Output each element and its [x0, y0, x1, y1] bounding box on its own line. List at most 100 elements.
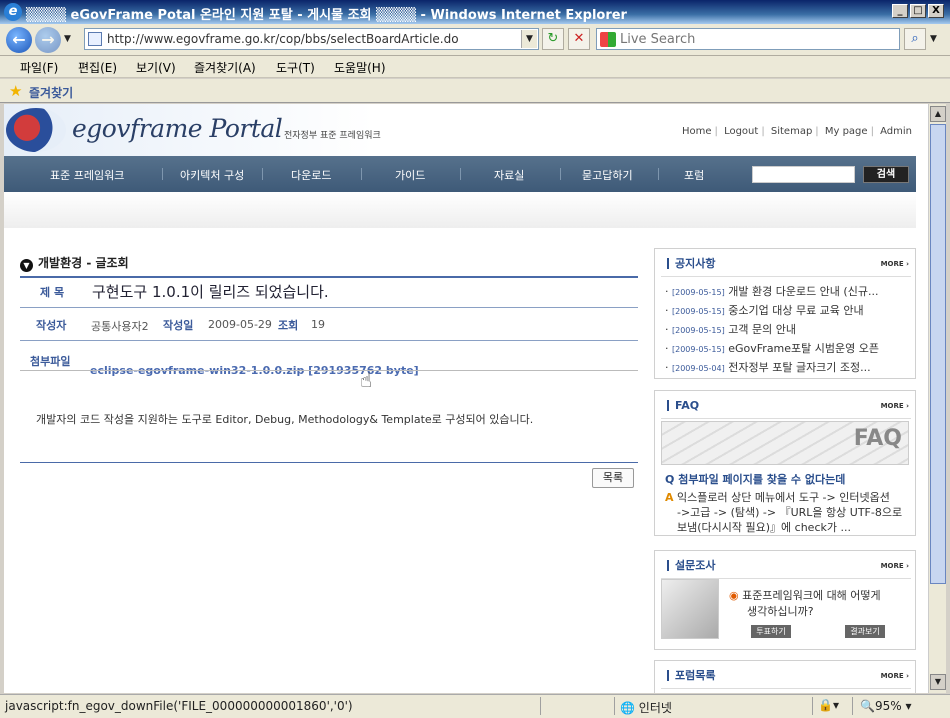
gnb-divider	[460, 168, 461, 180]
notice-item[interactable]: · [2009-05-04] 전자정부 포탈 글자크기 조정...	[665, 359, 871, 375]
notice-item[interactable]: · [2009-05-15] 고객 문의 안내	[665, 321, 796, 337]
live-search-box[interactable]	[596, 28, 900, 50]
maximize-button[interactable]: □	[910, 4, 926, 18]
gnb-qna[interactable]: 묻고답하기	[582, 167, 633, 183]
author-value: 공통사용자2	[91, 320, 149, 333]
window-titlebar: e ▒▒▒▒ eGovFrame Potal 온라인 지원 포탈 - 게시물 조…	[0, 0, 950, 24]
top-links: Home | Logout | Sitemap | My page | Admin	[681, 126, 912, 137]
menu-bar: 파일(F) 편집(E) 보기(V) 즐겨찾기(A) 도구(T) 도움말(H)	[0, 56, 950, 78]
status-message: javascript:fn_egov_downFile('FILE_000000…	[5, 699, 353, 713]
page-viewport: egovframe Portal 전자정부 표준 프레임워크 Home | Log…	[4, 104, 928, 693]
scroll-thumb[interactable]	[930, 124, 946, 584]
notice-title: 공지사항	[667, 258, 715, 269]
menu-file[interactable]: 파일(F)	[20, 59, 58, 76]
site-logo-subtitle: 전자정부 표준 프레임워크	[284, 131, 381, 141]
menu-tools[interactable]: 도구(T)	[276, 59, 315, 76]
author-label: 작성자	[36, 319, 67, 332]
article-subject: 구현도구 1.0.1이 릴리즈 되었습니다.	[92, 283, 329, 301]
views-value: 19	[311, 318, 325, 331]
bullet-icon: ▼	[20, 259, 33, 272]
menu-view[interactable]: 보기(V)	[136, 59, 176, 76]
sub-nav-bar	[4, 192, 916, 228]
stop-button[interactable]: ✕	[568, 28, 590, 50]
favorites-label[interactable]: 즐겨찾기	[29, 84, 73, 101]
refresh-button[interactable]: ↻	[542, 28, 564, 50]
site-search-input[interactable]	[752, 166, 855, 183]
divider	[20, 276, 638, 278]
recent-pages-dropdown-icon[interactable]: ▼	[64, 34, 71, 44]
notice-more-button[interactable]: MORE ›	[881, 260, 909, 268]
poll-result-button[interactable]: 결과보기	[845, 625, 885, 638]
address-bar[interactable]: ▼	[84, 28, 539, 50]
magnifier-icon: 🔍	[860, 699, 875, 713]
forum-more-button[interactable]: MORE ›	[881, 672, 909, 680]
toplink-logout[interactable]: Logout	[724, 126, 758, 137]
poll-image	[661, 579, 719, 639]
list-button[interactable]: 목록	[592, 468, 634, 488]
article-body: 개발자의 코드 작성을 지원하는 도구로 Editor, Debug, Meth…	[36, 413, 534, 426]
forum-box: 포럼목록 MORE ›	[654, 660, 916, 693]
search-go-button[interactable]: ⌕	[904, 28, 926, 50]
gnb-archive[interactable]: 자료실	[494, 167, 524, 183]
faq-banner-image: FAQ	[661, 421, 909, 465]
live-search-logo-icon	[600, 32, 616, 47]
divider	[20, 307, 638, 308]
close-button[interactable]: X	[928, 4, 944, 18]
search-options-dropdown-icon[interactable]: ▼	[930, 34, 937, 44]
status-divider	[812, 697, 813, 715]
views-label: 조회	[278, 319, 299, 332]
notice-item[interactable]: · [2009-05-15] eGovFrame포탈 시범운영 오픈	[665, 340, 879, 356]
poll-more-button[interactable]: MORE ›	[881, 562, 909, 570]
status-divider	[852, 697, 853, 715]
toplink-admin[interactable]: Admin	[880, 126, 912, 137]
address-dropdown-icon[interactable]: ▼	[521, 30, 537, 48]
gnb-framework[interactable]: 표준 프레임워크	[50, 167, 124, 183]
favorites-star-icon[interactable]: ★	[9, 82, 22, 100]
faq-question[interactable]: Q 첨부파일 페이지를 찾을 수 없다는데	[665, 471, 845, 487]
site-search-button[interactable]: 검색	[863, 166, 909, 183]
section-title: ▼ 개발환경 - 글조회	[20, 254, 129, 272]
zoom-level[interactable]: 🔍95% ▾	[860, 699, 911, 713]
faq-answer: A 익스플로러 상단 메뉴에서 도구 -> 인터넷옵션	[665, 491, 890, 504]
menu-help[interactable]: 도움말(H)	[334, 59, 386, 76]
faq-more-button[interactable]: MORE ›	[881, 402, 909, 410]
notice-item[interactable]: · [2009-05-15] 개발 환경 다운로드 안내 (신규...	[665, 283, 878, 299]
toplink-home[interactable]: Home	[682, 126, 712, 137]
gnb-forum[interactable]: 포럼	[684, 167, 704, 183]
toplink-mypage[interactable]: My page	[825, 126, 868, 137]
vote-button[interactable]: 투표하기	[751, 625, 791, 638]
vertical-scrollbar[interactable]: ▲ ▼	[928, 104, 946, 693]
hand-cursor-icon: ☝	[360, 368, 373, 392]
favorites-bar: ★ 즐겨찾기	[0, 79, 950, 103]
menu-edit[interactable]: 편집(E)	[78, 59, 117, 76]
ie-logo-icon: e	[4, 3, 22, 21]
faq-answer-line: 보냄(다시시작 필요)』에 check가 ...	[677, 521, 851, 534]
gnb-divider	[361, 168, 362, 180]
site-header: egovframe Portal 전자정부 표준 프레임워크 Home | Log…	[4, 104, 928, 156]
notice-item[interactable]: · [2009-05-15] 중소기업 대상 무료 교육 안내	[665, 302, 864, 318]
site-logo[interactable]: egovframe Portal	[72, 114, 283, 143]
back-button[interactable]: ←	[6, 27, 32, 53]
minimize-button[interactable]: _	[892, 4, 908, 18]
gnb-divider	[658, 168, 659, 180]
live-search-input[interactable]	[620, 31, 890, 47]
logo-emblem-icon	[6, 108, 66, 152]
notice-box: 공지사항 MORE › · [2009-05-15] 개발 환경 다운로드 안내 …	[654, 248, 916, 379]
date-label: 작성일	[163, 319, 194, 332]
poll-box: 설문조사 MORE › ◉ 표준프레임워크에 대해 어떻게 생각하십니까? 투표하…	[654, 550, 916, 650]
forum-title: 포럼목록	[667, 670, 715, 681]
toplink-sitemap[interactable]: Sitemap	[771, 126, 812, 137]
gnb-download[interactable]: 다운로드	[291, 167, 331, 183]
forward-button[interactable]: →	[35, 27, 61, 53]
protected-mode-icon[interactable]: 🔒▾	[818, 698, 839, 712]
faq-answer-line: ->고급 -> (탐색) -> 『URL을 항상 UTF-8으로	[677, 506, 903, 519]
gnb-architecture[interactable]: 아키텍처 구성	[180, 167, 244, 183]
divider	[20, 370, 638, 371]
scroll-up-icon[interactable]: ▲	[930, 106, 946, 122]
gnb-guide[interactable]: 가이드	[395, 167, 425, 183]
address-input[interactable]	[107, 31, 507, 47]
scroll-down-icon[interactable]: ▼	[930, 674, 946, 690]
poll-question-line: 생각하십니까?	[747, 605, 814, 618]
status-divider	[614, 697, 615, 715]
menu-favorites[interactable]: 즐겨찾기(A)	[194, 59, 256, 76]
